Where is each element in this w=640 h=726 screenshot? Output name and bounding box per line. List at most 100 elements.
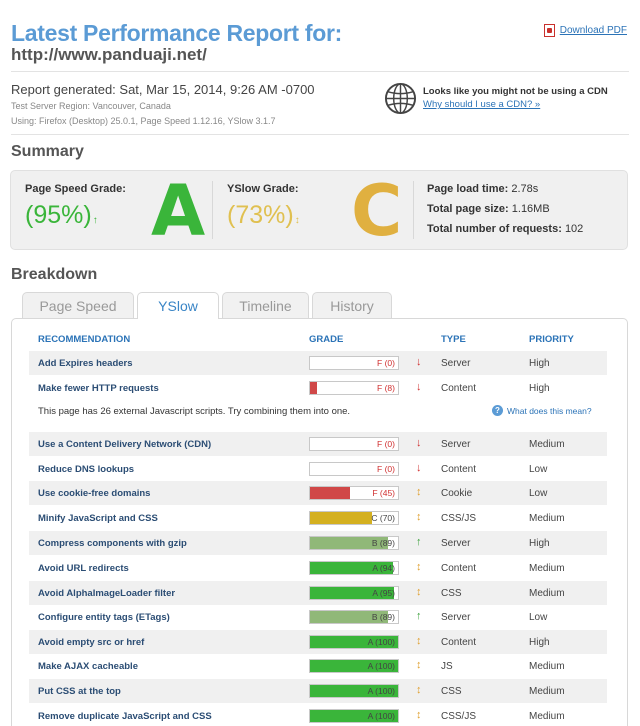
recommendation-type: Content xyxy=(441,383,477,394)
grade-bar: B (89) xyxy=(309,610,399,624)
question-icon: ? xyxy=(492,405,503,416)
recommendation-priority: High xyxy=(529,358,550,369)
cdn-message: Looks like you might not be using a CDN xyxy=(423,86,608,97)
grade-bar: C (70) xyxy=(309,511,399,525)
recommendation-name[interactable]: Compress components with gzip xyxy=(38,538,187,549)
arrow-updown-icon: ↕ xyxy=(416,684,422,696)
pdf-icon xyxy=(543,24,555,37)
summary-panel: Page Speed Grade: (95%)↑ A YSlow Grade: … xyxy=(10,170,628,250)
column-header-recommendation[interactable]: RECOMMENDATION xyxy=(38,334,130,345)
table-row[interactable]: Make fewer HTTP requests F (8) ↓ Content Hig… xyxy=(29,376,607,400)
table-row[interactable]: Use a Content Delivery Network (CDN) F (0… xyxy=(29,432,607,456)
pagespeed-grade-label: Page Speed Grade: xyxy=(25,183,126,195)
download-pdf-label: Download PDF xyxy=(559,25,627,36)
recommendation-priority: Medium xyxy=(529,686,565,697)
report-title: Latest Performance Report for: xyxy=(11,20,342,46)
tab-timeline[interactable]: Timeline xyxy=(222,292,309,318)
recommendation-name[interactable]: Avoid empty src or href xyxy=(38,637,144,648)
column-header-grade[interactable]: GRADE xyxy=(309,334,343,345)
grade-bar-fill xyxy=(310,512,372,524)
recommendation-name[interactable]: Use cookie-free domains xyxy=(38,488,150,499)
grade-bar: F (0) xyxy=(309,437,399,451)
grade-bar: A (100) xyxy=(309,709,399,723)
recommendation-name[interactable]: Minify JavaScript and CSS xyxy=(38,513,158,524)
recommendation-type: CSS/JS xyxy=(441,513,477,524)
arrow-updown-icon: ↕ xyxy=(294,215,300,226)
table-row[interactable]: Minify JavaScript and CSS C (70) ↕ CSS/JS Me… xyxy=(29,506,607,530)
recommendation-type: Content xyxy=(441,563,477,574)
cdn-notice: Looks like you might not be using a CDN … xyxy=(384,82,608,115)
grade-bar-fill xyxy=(310,487,350,499)
recommendation-name[interactable]: Avoid AlphaImageLoader filter xyxy=(38,588,175,599)
table-row[interactable]: Configure entity tags (ETags) B (89) ↑ Serv… xyxy=(29,605,607,629)
recommendation-priority: Medium xyxy=(529,588,565,599)
recommendation-name[interactable]: Make fewer HTTP requests xyxy=(38,383,159,394)
table-row[interactable]: Compress components with gzip B (89) ↑ Serv… xyxy=(29,531,607,555)
recommendation-type: Server xyxy=(441,612,471,623)
arrow-updown-icon: ↕ xyxy=(416,586,422,598)
recommendation-type: CSS xyxy=(441,588,462,599)
grade-value: B (89) xyxy=(371,538,395,548)
test-browser-info: Using: Firefox (Desktop) 25.0.1, Page Sp… xyxy=(11,116,276,126)
report-generated: Report generated: Sat, Mar 15, 2014, 9:2… xyxy=(11,82,315,97)
help-link-label: What does this mean? xyxy=(507,405,592,416)
recommendation-name[interactable]: Put CSS at the top xyxy=(38,686,121,697)
grade-value: A (100) xyxy=(367,637,395,647)
table-row[interactable]: Avoid URL redirects A (94) ↕ Content Medium xyxy=(29,556,607,580)
table-row[interactable]: Put CSS at the top A (100) ↕ CSS Medium xyxy=(29,679,607,703)
table-row[interactable]: Avoid AlphaImageLoader filter A (95) ↕ CSS M… xyxy=(29,581,607,605)
column-header-priority[interactable]: PRIORITY xyxy=(529,334,574,345)
grade-value: A (94) xyxy=(372,563,395,573)
recommendation-priority: Medium xyxy=(529,439,565,450)
table-row[interactable]: Reduce DNS lookups F (0) ↓ Content Low xyxy=(29,457,607,481)
grade-value: C (70) xyxy=(371,513,395,523)
arrow-down-icon: ↓ xyxy=(416,356,422,368)
grade-bar: F (8) xyxy=(309,381,399,395)
recommendation-priority: Medium xyxy=(529,513,565,524)
grade-value: F (0) xyxy=(377,439,395,449)
stat-requests: Total number of requests: 102 xyxy=(427,223,584,235)
arrow-updown-icon: ↕ xyxy=(416,486,422,498)
recommendation-priority: High xyxy=(529,383,550,394)
recommendation-priority: Low xyxy=(529,488,548,499)
recommendation-priority: Low xyxy=(529,464,548,475)
recommendation-name[interactable]: Remove duplicate JavaScript and CSS xyxy=(38,711,212,722)
summary-heading: Summary xyxy=(11,143,84,160)
recommendation-name[interactable]: Configure entity tags (ETags) xyxy=(38,612,170,623)
arrow-up-icon: ↑ xyxy=(416,610,422,622)
arrow-down-icon: ↓ xyxy=(416,381,422,393)
table-row[interactable]: Remove duplicate JavaScript and CSS A (10… xyxy=(29,704,607,726)
tab-page-speed[interactable]: Page Speed xyxy=(22,292,134,318)
arrow-down-icon: ↓ xyxy=(416,437,422,449)
table-row[interactable]: Avoid empty src or href A (100) ↕ Content Hi… xyxy=(29,630,607,654)
recommendation-name[interactable]: Add Expires headers xyxy=(38,358,133,369)
recommendation-name[interactable]: Reduce DNS lookups xyxy=(38,464,134,475)
grade-bar-fill xyxy=(310,382,318,394)
pagespeed-grade-percent: (95%)↑ xyxy=(25,201,98,229)
table-row[interactable]: Use cookie-free domains F (45) ↕ Cookie Low xyxy=(29,481,607,505)
grade-value: F (45) xyxy=(372,488,395,498)
recommendation-type: Content xyxy=(441,637,477,648)
recommendation-priority: Medium xyxy=(529,711,565,722)
stat-page-size: Total page size: 1.16MB xyxy=(427,203,550,215)
recommendation-name[interactable]: Avoid URL redirects xyxy=(38,563,129,574)
table-row[interactable]: Make AJAX cacheable A (100) ↕ JS Medium xyxy=(29,654,607,678)
recommendation-detail: This page has 26 external Javascript scr… xyxy=(38,406,351,417)
report-url[interactable]: http://www.panduaji.net/ xyxy=(11,45,207,65)
tab-yslow[interactable]: YSlow xyxy=(137,292,219,319)
recommendation-type: CSS xyxy=(441,686,462,697)
recommendation-name[interactable]: Make AJAX cacheable xyxy=(38,661,138,672)
help-link[interactable]: ? What does this mean? xyxy=(492,405,592,416)
recommendation-priority: Medium xyxy=(529,563,565,574)
tab-history[interactable]: History xyxy=(312,292,392,318)
column-header-type[interactable]: TYPE xyxy=(441,334,466,345)
recommendation-type: Server xyxy=(441,358,471,369)
table-row[interactable]: Add Expires headers F (0) ↓ Server High xyxy=(29,351,607,375)
arrow-updown-icon: ↕ xyxy=(416,511,422,523)
download-pdf-link[interactable]: Download PDF xyxy=(543,24,627,37)
arrow-updown-icon: ↕ xyxy=(416,659,422,671)
cdn-help-link[interactable]: Why should I use a CDN? » xyxy=(423,99,608,110)
recommendation-name[interactable]: Use a Content Delivery Network (CDN) xyxy=(38,439,211,450)
breakdown-tabs: Page Speed YSlow Timeline History xyxy=(22,292,392,319)
grade-bar: A (95) xyxy=(309,586,399,600)
